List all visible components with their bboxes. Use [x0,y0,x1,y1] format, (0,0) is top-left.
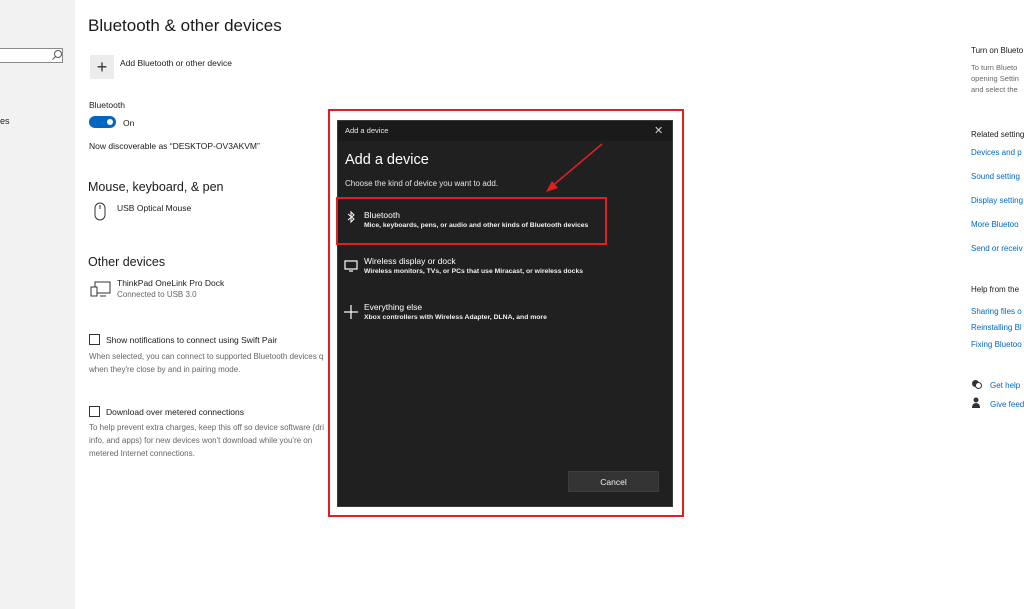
add-device-label[interactable]: Add Bluetooth or other device [120,58,232,68]
dock-icon [90,281,111,297]
give-feedback-link[interactable]: Give feed [990,400,1024,409]
dialog-window-title: Add a device [345,126,389,135]
mouse-icon [94,202,106,221]
option-bluetooth[interactable]: Bluetooth Mice, keyboards, pens, or audi… [336,197,672,247]
option-title: Wireless display or dock [364,256,456,266]
option-desc: Xbox controllers with Wireless Adapter, … [364,314,547,321]
metered-checkbox[interactable] [89,406,100,417]
swift-pair-desc: When selected, you can connect to suppor… [89,352,324,361]
related-link[interactable]: Sound setting [971,172,1020,181]
get-help-link[interactable]: Get help [990,381,1020,390]
help-link[interactable]: Sharing files o [971,307,1022,316]
plus-icon [344,305,358,319]
help-link[interactable]: Reinstalling Bl [971,323,1022,332]
turn-on-heading: Turn on Blueto [971,46,1024,55]
swift-pair-label[interactable]: Show notifications to connect using Swif… [106,335,277,345]
bluetooth-toggle[interactable] [89,116,116,128]
dialog-heading: Add a device [345,152,429,168]
mouse-device-name[interactable]: USB Optical Mouse [117,203,191,213]
mouse-section-heading: Mouse, keyboard, & pen [88,180,224,194]
add-device-button[interactable]: + [90,55,114,79]
turn-on-text: and select the [971,85,1018,94]
bluetooth-state: On [123,118,135,128]
monitor-icon [344,260,358,272]
swift-pair-desc: when they're close by and in pairing mod… [89,365,241,374]
swift-pair-checkbox[interactable] [89,334,100,345]
option-desc: Wireless monitors, TVs, or PCs that use … [364,268,584,275]
turn-on-text: To turn Blueto [971,63,1018,72]
bluetooth-icon [347,210,355,224]
dock-device-status: Connected to USB 3.0 [117,290,197,299]
discoverable-text: Now discoverable as “DESKTOP-OV3AKVM” [89,141,260,151]
other-devices-heading: Other devices [88,255,166,269]
bluetooth-label: Bluetooth [89,100,125,110]
option-highlight-box [336,197,607,245]
plus-icon: + [96,56,108,77]
add-device-dialog: Add a device ✕ Add a device Choose the k… [336,120,673,507]
option-title: Everything else [364,302,423,312]
related-link[interactable]: Send or receiv [971,244,1023,253]
dialog-subtitle: Choose the kind of device you want to ad… [345,179,498,188]
settings-sidebar [0,0,75,609]
close-icon[interactable]: ✕ [654,124,663,137]
get-help-icon [972,380,982,389]
metered-desc: To help prevent extra charges, keep this… [89,423,325,432]
help-link[interactable]: Fixing Bluetoo [971,340,1022,349]
turn-on-text: opening Settin [971,74,1019,83]
metered-desc: metered Internet connections. [89,449,195,458]
toggle-knob [107,119,113,125]
related-link[interactable]: Devices and p [971,148,1022,157]
cancel-button[interactable]: Cancel [568,471,659,492]
option-desc: Mice, keyboards, pens, or audio and othe… [364,222,589,229]
dock-device-name[interactable]: ThinkPad OneLink Pro Dock [117,278,224,288]
help-heading: Help from the [971,285,1020,294]
feedback-icon [972,397,980,408]
option-wireless-display[interactable]: Wireless display or dock Wireless monito… [338,247,672,293]
annotation-arrow-icon [546,143,603,192]
related-link[interactable]: Display setting [971,196,1023,205]
option-title: Bluetooth [364,210,400,220]
metered-label[interactable]: Download over metered connections [106,407,244,417]
metered-desc: info, and apps) for new devices won't do… [89,436,313,445]
option-everything-else[interactable]: Everything else Xbox controllers with Wi… [338,293,672,339]
sidebar-item-label[interactable]: es [0,116,10,126]
related-link[interactable]: More Bluetoo [971,220,1019,229]
related-settings-heading: Related setting [971,130,1024,139]
page-title: Bluetooth & other devices [88,16,282,35]
search-icon[interactable] [51,49,63,61]
